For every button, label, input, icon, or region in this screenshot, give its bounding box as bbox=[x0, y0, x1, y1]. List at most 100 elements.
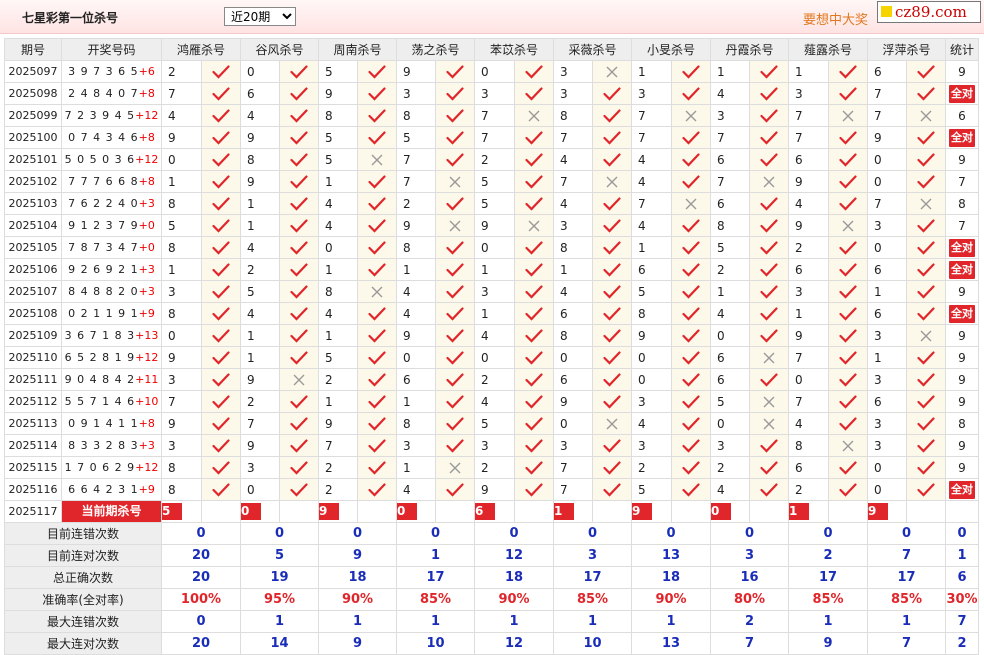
kill-number: 8 bbox=[318, 280, 358, 303]
check-icon bbox=[201, 60, 241, 83]
check-icon bbox=[906, 258, 946, 281]
kill-number: 7 bbox=[867, 82, 907, 105]
stat-value: 3 bbox=[710, 544, 789, 567]
stat-value: 20 bbox=[161, 632, 241, 655]
all-correct-badge: 全对 bbox=[949, 260, 975, 279]
draw-numbers: 0 9 1 4 1 1 bbox=[68, 417, 139, 430]
period-cell: 2025100 bbox=[4, 126, 62, 149]
kill-number: 0 bbox=[474, 346, 515, 369]
header-expert: 小旻杀号 bbox=[631, 38, 711, 61]
check-icon bbox=[749, 82, 789, 105]
stat-value: 2 bbox=[710, 610, 789, 633]
kill-number: 6 bbox=[710, 148, 750, 171]
check-icon bbox=[201, 82, 241, 105]
kill-number: 4 bbox=[631, 148, 672, 171]
check-icon bbox=[435, 368, 475, 391]
check-icon bbox=[671, 82, 711, 105]
check-icon bbox=[357, 192, 397, 215]
draw-numbers-cell: 8 3 3 2 8 3+3 bbox=[61, 434, 162, 457]
current-kill-label: 当前期杀号 bbox=[62, 501, 161, 522]
check-icon bbox=[749, 192, 789, 215]
kill-number: 7 bbox=[553, 478, 593, 501]
check-icon bbox=[279, 104, 319, 127]
draw-numbers-cell: 9 2 6 9 2 1+3 bbox=[61, 258, 162, 281]
kill-number: 4 bbox=[396, 280, 436, 303]
stat-value: 85% bbox=[867, 588, 946, 611]
kill-number: 3 bbox=[631, 82, 672, 105]
stat-row: 目前连错次数 0 0 0 0 0 0 0 0 0 0 0 bbox=[4, 522, 979, 545]
kill-number: 8 bbox=[318, 104, 358, 127]
check-icon bbox=[828, 280, 868, 303]
period-cell: 2025106 bbox=[4, 258, 62, 281]
kill-number: 3 bbox=[474, 82, 515, 105]
check-icon bbox=[671, 390, 711, 413]
draw-numbers-cell: 7 7 7 6 6 8+8 bbox=[61, 170, 162, 193]
stat-total: 30% bbox=[945, 588, 979, 611]
table-body: 2025097 3 9 7 3 6 5+6 2 0 5 9 0 3 1 1 1 6 9 2025098 2 … bbox=[4, 60, 979, 655]
check-icon bbox=[435, 148, 475, 171]
kill-number: 5 bbox=[318, 126, 358, 149]
draw-numbers-cell: 3 6 7 1 8 3+13 bbox=[61, 324, 162, 347]
table-row: 2025098 2 4 8 4 0 7+8 7 6 9 3 3 3 3 4 3 7 全对 bbox=[4, 82, 979, 105]
stat-value: 5 bbox=[240, 544, 319, 567]
draw-numbers: 0 7 4 3 4 6 bbox=[68, 131, 139, 144]
kill-number: 2 bbox=[710, 258, 750, 281]
check-icon bbox=[514, 390, 554, 413]
cross-icon bbox=[671, 104, 711, 127]
draw-numbers: 1 7 0 6 2 9 bbox=[64, 461, 136, 474]
check-icon bbox=[671, 60, 711, 83]
current-kill-number: 5 bbox=[162, 503, 182, 520]
table-row: 2025106 9 2 6 9 2 1+3 1 2 1 1 1 1 6 2 6 6 全对 bbox=[4, 258, 979, 281]
cross-icon bbox=[906, 324, 946, 347]
stat-value: 12 bbox=[474, 632, 554, 655]
kill-number: 2 bbox=[474, 368, 515, 391]
kill-number: 4 bbox=[396, 302, 436, 325]
stat-value: 1 bbox=[396, 610, 475, 633]
empty-cell bbox=[749, 500, 789, 523]
stat-value: 12 bbox=[474, 544, 554, 567]
stat-value: 1 bbox=[240, 610, 319, 633]
stat-value: 100% bbox=[161, 588, 241, 611]
kill-number: 1 bbox=[318, 170, 358, 193]
empty-cell bbox=[201, 500, 241, 523]
cross-icon bbox=[671, 192, 711, 215]
period-cell: 2025104 bbox=[4, 214, 62, 237]
check-icon bbox=[828, 170, 868, 193]
current-period: 2025117 bbox=[4, 500, 62, 523]
stat-cell: 9 bbox=[945, 280, 979, 303]
period-select[interactable]: 近20期 bbox=[224, 7, 296, 26]
draw-plus-number: +12 bbox=[135, 109, 159, 122]
draw-numbers-cell: 0 9 1 4 1 1+8 bbox=[61, 412, 162, 435]
stat-total: 7 bbox=[945, 610, 979, 633]
check-icon bbox=[828, 148, 868, 171]
all-correct-badge: 全对 bbox=[949, 480, 975, 499]
page-title: 七星彩第一位杀号 bbox=[22, 11, 119, 25]
kill-number: 4 bbox=[710, 478, 750, 501]
stat-cell: 9 bbox=[945, 368, 979, 391]
table-row: 2025099 7 2 3 9 4 5+12 4 4 8 8 7 8 7 3 7 7 6 bbox=[4, 104, 979, 127]
site-logo[interactable]: cz89.com bbox=[877, 1, 981, 23]
draw-numbers: 9 1 2 3 7 9 bbox=[68, 219, 139, 232]
stat-row: 最大连错次数 0 1 1 1 1 1 1 2 1 1 7 bbox=[4, 610, 979, 633]
check-icon bbox=[435, 236, 475, 259]
draw-numbers: 8 4 8 8 2 0 bbox=[68, 285, 139, 298]
kill-number: 3 bbox=[867, 412, 907, 435]
check-icon bbox=[357, 456, 397, 479]
kill-number: 4 bbox=[240, 236, 280, 259]
header-expert: 浮萍杀号 bbox=[867, 38, 946, 61]
check-icon bbox=[514, 346, 554, 369]
stat-value: 17 bbox=[867, 566, 946, 589]
period-cell: 2025114 bbox=[4, 434, 62, 457]
kill-number: 1 bbox=[710, 280, 750, 303]
kill-number: 0 bbox=[318, 236, 358, 259]
stat-row: 准确率(全对率) 100% 95% 90% 85% 90% 85% 90% 80% 85% 85% 3… bbox=[4, 588, 979, 611]
check-icon bbox=[671, 324, 711, 347]
check-icon bbox=[828, 236, 868, 259]
cross-icon bbox=[592, 60, 632, 83]
check-icon bbox=[906, 478, 946, 501]
stat-value: 9 bbox=[318, 544, 397, 567]
kill-number: 9 bbox=[396, 60, 436, 83]
check-icon bbox=[514, 324, 554, 347]
table-header-row: 期号 开奖号码 鸿雁杀号 谷风杀号 周南杀号 荡之杀号 苯苡杀号 采薇杀号 小旻杀号 丹霞杀号 薤露… bbox=[4, 38, 979, 61]
check-icon bbox=[906, 60, 946, 83]
